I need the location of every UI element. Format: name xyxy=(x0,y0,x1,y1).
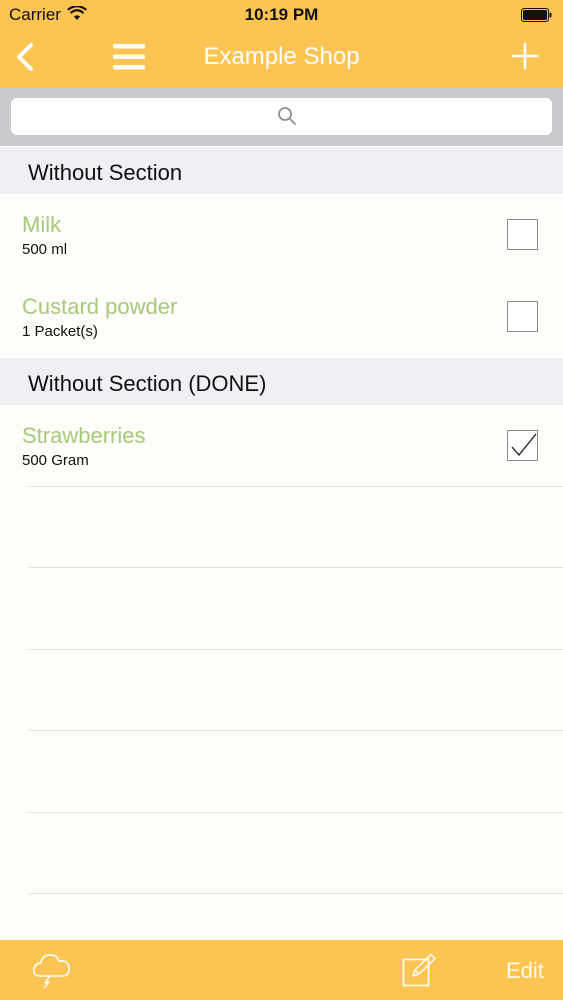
top-bar: Carrier 10:19 PM Example Shop xyxy=(0,0,563,88)
list-item[interactable]: Strawberries 500 Gram xyxy=(0,405,563,487)
list-item[interactable]: Milk 500 ml xyxy=(0,194,563,276)
item-quantity: 500 Gram xyxy=(22,452,89,469)
plus-icon[interactable] xyxy=(511,42,539,70)
section-title: Without Section xyxy=(28,160,183,185)
divider xyxy=(28,893,563,894)
item-name: Milk xyxy=(22,212,62,237)
checkbox-checked[interactable] xyxy=(507,430,538,461)
app-screen: Carrier 10:19 PM Example Shop Without Se… xyxy=(0,0,563,1000)
battery-icon xyxy=(521,8,552,22)
status-bar: Carrier 10:19 PM xyxy=(0,0,563,30)
section-title: Without Section (DONE) xyxy=(28,371,267,396)
edit-button[interactable]: Edit xyxy=(506,958,544,984)
item-name: Custard powder xyxy=(22,294,178,319)
navigation-bar: Example Shop xyxy=(0,30,563,88)
search-icon xyxy=(278,107,296,125)
divider xyxy=(28,486,563,487)
page-title: Example Shop xyxy=(203,43,360,70)
checkbox[interactable] xyxy=(507,301,538,332)
item-name: Strawberries xyxy=(22,423,146,448)
item-quantity: 500 ml xyxy=(22,241,68,258)
divider xyxy=(28,567,563,568)
divider xyxy=(28,730,563,731)
checkbox[interactable] xyxy=(507,219,538,250)
section-header: Without Section xyxy=(0,147,563,194)
item-quantity: 1 Packet(s) xyxy=(22,323,98,340)
compose-icon[interactable] xyxy=(402,953,436,987)
list-item[interactable]: Custard powder 1 Packet(s) xyxy=(0,276,563,358)
search-bar xyxy=(0,88,563,146)
divider xyxy=(28,649,563,650)
status-time: 10:19 PM xyxy=(244,5,319,24)
section-header: Without Section (DONE) xyxy=(0,358,563,405)
search-input[interactable] xyxy=(11,98,552,135)
bottom-toolbar: Edit xyxy=(0,940,563,1000)
checkmark-icon xyxy=(511,433,537,457)
cloud-lightning-icon[interactable] xyxy=(32,950,72,988)
divider xyxy=(28,812,563,813)
